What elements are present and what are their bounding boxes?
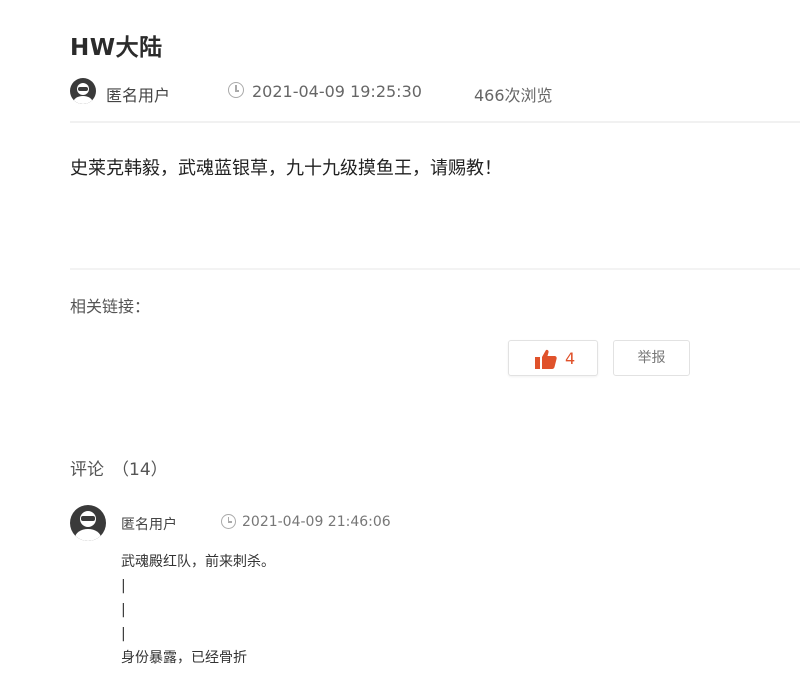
comments-label: 评论 xyxy=(70,460,104,480)
post-page: HW大陆 匿名用户 2021-04-09 19:25:30 466次浏览 史莱克… xyxy=(0,0,800,685)
comment-item: 匿名用户 2021-04-09 21:46:06 武魂殿红队，前来刺杀。 | |… xyxy=(70,505,770,685)
post-author[interactable]: 匿名用户 xyxy=(106,82,170,106)
report-button[interactable]: 举报 xyxy=(613,340,690,376)
comment-line: | xyxy=(121,626,126,642)
view-count: 466次浏览 xyxy=(474,86,553,105)
like-count: 4 xyxy=(565,349,576,368)
comment-line: | xyxy=(121,578,126,594)
comment-author[interactable]: 匿名用户 xyxy=(121,514,177,534)
comments-count: （14） xyxy=(112,460,168,480)
comment-line: | xyxy=(121,602,126,618)
anonymous-avatar-icon[interactable] xyxy=(70,78,96,104)
comment-line: 武魂殿红队，前来刺杀。 xyxy=(121,554,275,570)
like-button[interactable]: 4 xyxy=(508,340,598,376)
anonymous-avatar-icon[interactable] xyxy=(70,505,106,541)
post-timestamp: 2021-04-09 19:25:30 xyxy=(252,82,422,101)
divider xyxy=(70,268,800,270)
comment-timestamp: 2021-04-09 21:46:06 xyxy=(242,514,391,530)
related-links-label: 相关链接： xyxy=(70,297,151,316)
post-body: 史莱克韩毅，武魂蓝银草，九十九级摸鱼王，请赐教！ xyxy=(70,158,502,179)
comments-heading: 评论 （14） xyxy=(70,455,168,480)
post-title: HW大陆 xyxy=(70,35,163,61)
post-meta: 匿名用户 2021-04-09 19:25:30 466次浏览 xyxy=(70,78,770,106)
clock-icon xyxy=(228,82,244,98)
comment-body: 武魂殿红队，前来刺杀。 | | | 身份暴露，已经骨折 xyxy=(121,550,275,670)
comment-line: 身份暴露，已经骨折 xyxy=(121,650,247,666)
thumbs-up-icon xyxy=(535,349,557,369)
clock-icon xyxy=(221,514,236,529)
divider xyxy=(70,121,800,123)
